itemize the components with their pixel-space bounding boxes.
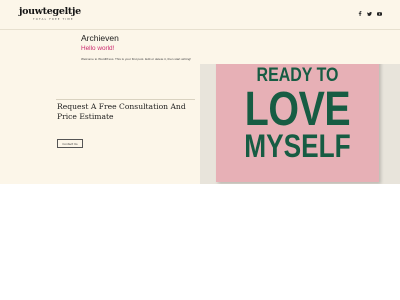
site-tagline: TOTAL FREE TIME [33, 18, 74, 21]
site-logo[interactable]: jouwtegeltje [19, 6, 81, 17]
social-links [357, 11, 382, 16]
cta-divider [56, 99, 195, 100]
sign-line-3: MYSELF [244, 128, 351, 164]
ready-to-love-myself-sign: READY TO LOVE MYSELF [216, 64, 379, 182]
page-title: Archieven [81, 33, 119, 43]
archive-section: Archieven Hello world! Welcome to WordPr… [0, 30, 400, 64]
hero-photo: READY TO LOVE MYSELF [200, 64, 400, 184]
post-title-link[interactable]: Hello world! [81, 45, 114, 52]
youtube-icon[interactable] [377, 11, 382, 16]
twitter-icon[interactable] [367, 11, 372, 16]
facebook-icon[interactable] [357, 11, 362, 16]
cta-heading: Request A Free Consultation And Price Es… [57, 102, 186, 121]
post-excerpt: Welcome to WordPress. This is your first… [81, 57, 192, 61]
site-header: jouwtegeltje TOTAL FREE TIME [0, 0, 400, 30]
contact-us-button[interactable]: Contact Us [57, 139, 83, 148]
